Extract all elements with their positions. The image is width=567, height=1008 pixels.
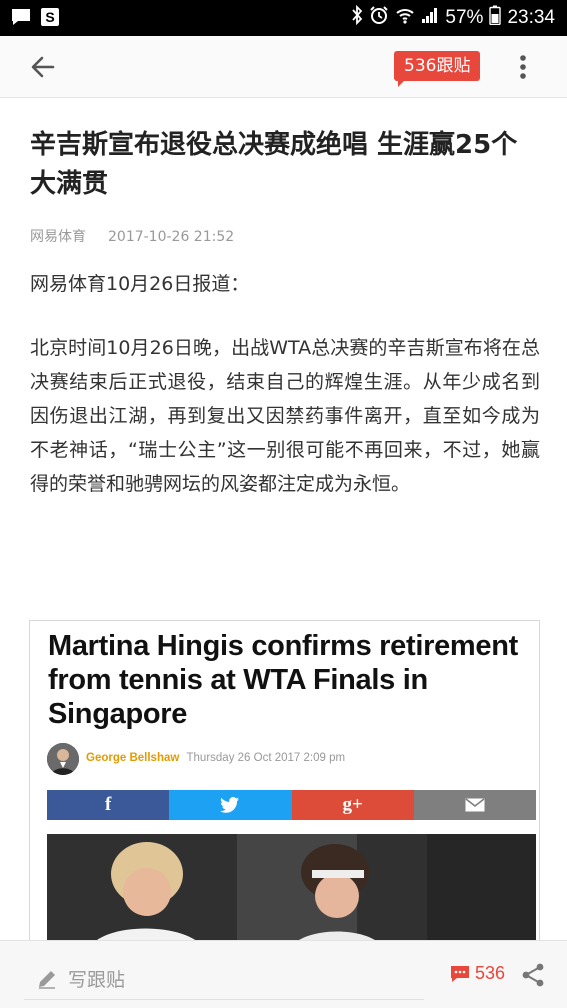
back-button[interactable] <box>26 50 60 84</box>
embed-photo <box>47 834 536 949</box>
facebook-icon: f <box>104 794 112 815</box>
article-image[interactable]: Martina Hingis confirms retirement from … <box>29 620 540 950</box>
facebook-share: f <box>47 790 170 820</box>
status-bar-right: 57% 23:34 <box>351 4 555 31</box>
share-icon <box>522 963 544 987</box>
comments-button[interactable]: 536 <box>450 963 505 984</box>
article-paragraph: 北京时间10月26日晚，出战WTA总决赛的辛吉斯宣布将在总决赛结束后正式退役，结… <box>30 337 540 495</box>
svg-text:S: S <box>45 9 54 25</box>
embed-byline: George Bellshaw Thursday 26 Oct 2017 2:0… <box>86 752 345 764</box>
email-share <box>413 790 536 820</box>
comment-count: 536 <box>475 963 506 983</box>
google-plus-icon: g+ <box>342 794 363 815</box>
more-vert-icon <box>520 55 526 79</box>
chat-icon <box>10 7 32 31</box>
embed-headline: Martina Hingis confirms retirement from … <box>48 630 519 730</box>
article-source[interactable]: 网易体育 <box>30 229 86 245</box>
embed-date: Thursday 26 Oct 2017 2:09 pm <box>186 752 346 764</box>
twitter-icon <box>220 797 240 813</box>
article-datetime: 2017-10-26 21:52 <box>108 229 235 245</box>
embed-share-row: f g+ <box>47 790 536 820</box>
article-paragraph: 网易体育10月26日报道： <box>30 273 250 295</box>
clock: 23:34 <box>507 7 555 28</box>
more-options-button[interactable] <box>512 52 534 82</box>
share-button[interactable] <box>520 962 546 988</box>
article-title: 辛吉斯宣布退役总决赛成绝唱 生涯赢25个大满贯 <box>30 130 518 199</box>
back-arrow-icon <box>31 56 55 78</box>
status-bar-left: S <box>10 7 60 31</box>
comment-icon <box>451 965 469 982</box>
write-comment-button[interactable]: 写跟贴 <box>36 965 125 992</box>
embed-author: George Bellshaw <box>86 752 180 764</box>
author-avatar <box>47 743 79 775</box>
wifi-icon <box>395 5 415 31</box>
alarm-icon <box>369 5 389 31</box>
bottom-bar: 写跟贴 536 <box>0 940 567 1008</box>
s-app-icon: S <box>40 7 60 31</box>
bluetooth-icon <box>351 4 363 31</box>
google-plus-share: g+ <box>291 790 414 820</box>
comment-count-badge[interactable]: 536跟贴 <box>394 51 481 87</box>
top-app-bar: 536跟贴 <box>0 36 567 98</box>
write-comment-label: 写跟贴 <box>68 969 126 991</box>
battery-icon <box>489 5 502 31</box>
email-icon <box>465 798 485 812</box>
pencil-icon <box>39 970 55 989</box>
article-meta: 网易体育 2017-10-26 21:52 <box>30 226 234 246</box>
twitter-share <box>169 790 292 820</box>
status-bar: S 57% 23:34 <box>0 0 567 36</box>
input-underline <box>24 999 424 1000</box>
battery-percent: 57% <box>445 7 484 28</box>
signal-icon <box>421 6 439 30</box>
